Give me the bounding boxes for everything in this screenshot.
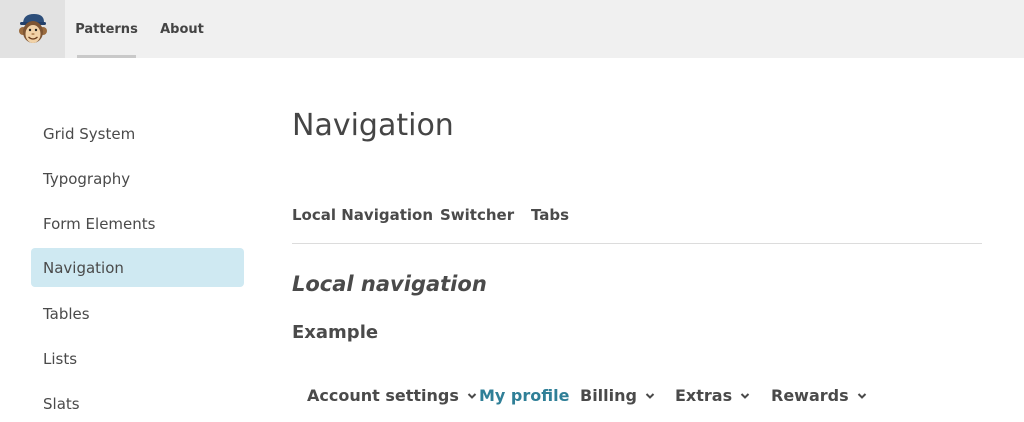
logo[interactable] (0, 0, 65, 58)
topnav-patterns[interactable]: Patterns (75, 0, 138, 58)
sidebar-item-navigation[interactable]: Navigation (31, 248, 244, 287)
chevron-down-icon (857, 392, 866, 399)
divider (292, 243, 982, 244)
page-title: Navigation (292, 108, 454, 143)
sidebar-item-form-elements[interactable]: Form Elements (31, 204, 244, 243)
demo-nav-label: Extras (675, 386, 733, 405)
chevron-down-icon (467, 392, 477, 399)
sidebar-item-label: Form Elements (43, 214, 156, 233)
sidebar-item-label: Grid System (43, 124, 136, 143)
demo-nav-label: Billing (580, 386, 637, 405)
demo-nav-my-profile[interactable]: My profile (479, 386, 569, 405)
sidebar-item-slats[interactable]: Slats (31, 384, 244, 422)
sidebar-item-grid-system[interactable]: Grid System (31, 114, 244, 153)
sidebar-item-label: Tables (43, 304, 90, 323)
example-label: Example (292, 322, 379, 343)
top-bar: Patterns About (0, 0, 1024, 58)
chevron-down-icon (740, 392, 750, 399)
sidebar-item-label: Slats (43, 394, 80, 413)
subnav-tabs[interactable]: Tabs (531, 206, 569, 224)
chevron-down-icon (645, 392, 655, 399)
topnav-about-label: About (160, 21, 204, 37)
sidebar-item-typography[interactable]: Typography (31, 159, 244, 198)
demo-nav-label: My profile (479, 386, 570, 405)
demo-nav-extras[interactable]: Extras (675, 386, 751, 405)
section-title: Local navigation (292, 272, 487, 296)
topnav-patterns-label: Patterns (75, 21, 138, 37)
sidebar-item-lists[interactable]: Lists (31, 339, 244, 378)
demo-nav-billing[interactable]: Billing (580, 386, 656, 405)
sidebar-item-tables[interactable]: Tables (31, 294, 244, 333)
demo-nav-label: Account settings (307, 386, 459, 405)
topnav-about[interactable]: About (152, 0, 212, 58)
freddie-monkey-logo-icon (18, 14, 47, 43)
subnav-switcher[interactable]: Switcher (440, 206, 514, 224)
demo-nav-rewards[interactable]: Rewards (771, 386, 868, 405)
demo-nav-label: Rewards (771, 386, 849, 405)
subnav-local-navigation[interactable]: Local Navigation (292, 206, 433, 224)
demo-nav-account-settings[interactable]: Account settings (307, 386, 478, 405)
sidebar-item-label: Navigation (43, 258, 124, 277)
sidebar-item-label: Typography (43, 169, 131, 188)
sidebar-item-label: Lists (43, 349, 78, 368)
